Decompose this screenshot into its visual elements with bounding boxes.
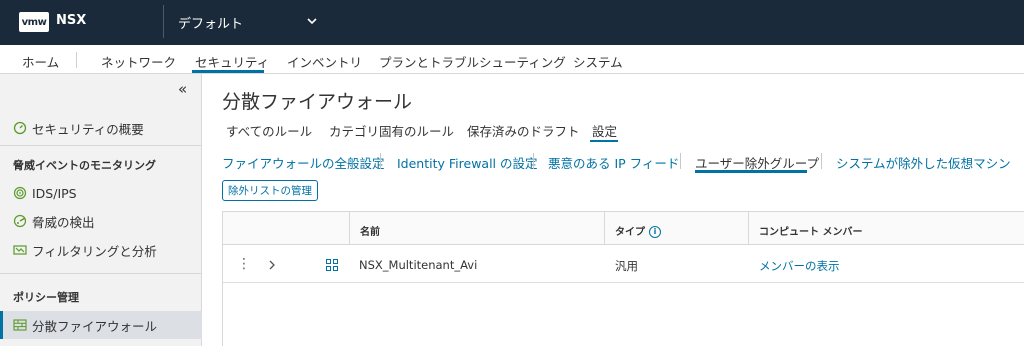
subtab-separator (380, 153, 381, 169)
nav-home[interactable]: ホーム (22, 52, 59, 71)
sidebar-item-threat-detection[interactable]: 脅威の検出 (0, 207, 202, 235)
sidebar-item-label: IDS/IPS (32, 185, 77, 201)
column-header-type[interactable]: タイプ i (615, 223, 661, 238)
row-actions-icon[interactable]: ⋮ (237, 256, 251, 272)
subtab-system-excluded-vms[interactable]: システムが除外した仮想マシン (836, 153, 1011, 172)
nav-plan-troubleshoot[interactable]: プランとトラブルシューティング (379, 52, 566, 71)
sidebar-section-policy: ポリシー管理 (13, 291, 79, 304)
group-name: NSX_Multitenant_Avi (359, 258, 478, 272)
group-type: 汎用 (615, 259, 638, 273)
tab-all-rules[interactable]: すべてのルール (226, 121, 312, 140)
nav-active-indicator (192, 70, 264, 73)
nav-separator (76, 52, 77, 68)
header-divider (163, 5, 164, 38)
group-icon (326, 259, 338, 271)
nav-security[interactable]: セキュリティ (195, 52, 269, 71)
info-icon[interactable]: i (649, 226, 661, 238)
subtab-identity-firewall[interactable]: Identity Firewall の設定 (397, 153, 538, 172)
manage-exclusion-list-button[interactable]: 除外リストの管理 (222, 180, 318, 201)
sidebar-divider (0, 145, 202, 146)
subtab-active-indicator (695, 170, 807, 173)
tab-settings[interactable]: 設定 (592, 121, 617, 140)
target-icon (13, 186, 27, 200)
vmware-logo: vmw (19, 12, 49, 32)
tab-active-indicator (590, 140, 618, 142)
project-selector[interactable]: デフォルト (178, 13, 243, 32)
filter-analysis-icon (13, 245, 27, 255)
sidebar-item-label: フィルタリングと分析 (32, 243, 157, 259)
sidebar-item-distributed-firewall[interactable]: 分散ファイアウォール (0, 311, 202, 339)
nav-inventory[interactable]: インベントリ (287, 52, 362, 71)
sidebar-item-label: 脅威の検出 (32, 214, 95, 230)
column-header-type-label: タイプ (615, 227, 645, 238)
view-members-link[interactable]: メンバーの表示 (759, 258, 840, 274)
collapse-sidebar-icon[interactable]: « (178, 80, 187, 98)
expand-row-icon[interactable] (267, 260, 277, 270)
column-divider[interactable] (349, 212, 350, 245)
table-row: ⋮ NSX_Multitenant_Avi 汎用 メンバーの表示 (223, 246, 1024, 283)
top-header: vmw NSX デフォルト (0, 0, 1024, 45)
column-header-name[interactable]: 名前 (360, 223, 380, 238)
sidebar-item-security-overview[interactable]: セキュリティの概要 (0, 114, 202, 142)
nav-system[interactable]: システム (573, 52, 623, 71)
sidebar-section-monitoring: 脅威イベントのモニタリング (13, 159, 156, 172)
sidebar-item-label: セキュリティの概要 (32, 121, 144, 137)
subtab-separator (680, 153, 681, 169)
page-title: 分散ファイアウォール (222, 91, 413, 113)
firewall-icon (13, 319, 27, 331)
sidebar-item-label: 分散ファイアウォール (32, 318, 158, 334)
sidebar-divider (0, 273, 202, 274)
subtab-separator (821, 153, 822, 169)
sidebar-item-ids-ips[interactable]: IDS/IPS (0, 179, 202, 207)
subtab-malicious-ip[interactable]: 悪意のある IP フィード (548, 153, 679, 172)
column-divider[interactable] (604, 212, 605, 245)
sidebar-item-filtering-analysis[interactable]: フィルタリングと分析 (0, 236, 202, 264)
radar-icon (13, 214, 27, 228)
chevron-down-icon[interactable] (305, 14, 319, 28)
column-divider[interactable] (748, 212, 749, 245)
gauge-icon (13, 121, 27, 135)
tab-saved-drafts[interactable]: 保存済みのドラフト (467, 121, 580, 140)
subtab-general-settings[interactable]: ファイアウォールの全般設定 (222, 153, 385, 172)
exclusion-groups-table: 名前 タイプ i コンピュート メンバー ⋮ NSX_Multitenant_Av… (222, 211, 1024, 346)
nav-network[interactable]: ネットワーク (101, 52, 176, 71)
app-name[interactable]: NSX (56, 13, 86, 28)
subtab-separator (533, 153, 534, 169)
tab-category-rules[interactable]: カテゴリ固有のルール (329, 121, 454, 140)
table-header: 名前 タイプ i コンピュート メンバー (223, 212, 1024, 245)
column-header-compute-members[interactable]: コンピュート メンバー (759, 223, 862, 238)
